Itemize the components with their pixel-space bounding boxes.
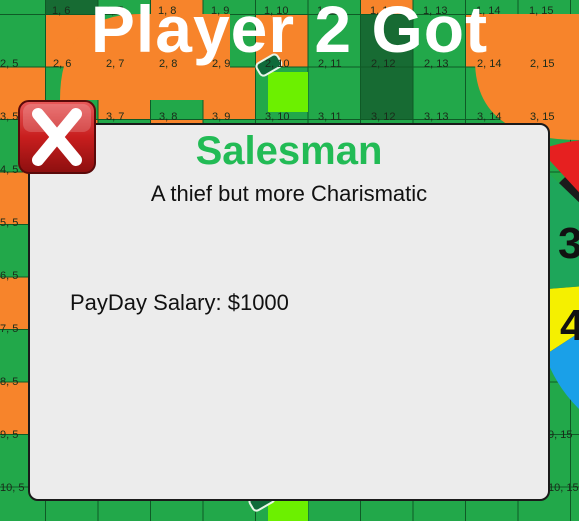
cell-coordinate-label: 2, 9 [212, 58, 230, 70]
cell-coordinate-label: 3, 7 [106, 111, 124, 123]
cell-coordinate-label: 3, 8 [159, 111, 177, 123]
cell-coordinate-label: 3, 11 [318, 111, 342, 123]
cell-coordinate-label: 3, 10 [265, 111, 289, 123]
cell-coordinate-label: 2, 6 [53, 58, 71, 70]
spinner-number-4: 4 [560, 301, 579, 350]
board-cell [570, 434, 579, 488]
cell-coordinate-label: 2, 7 [106, 58, 124, 70]
cell-coordinate-label: 1, 6 [52, 5, 70, 17]
cell-coordinate-label: 9, 5 [0, 429, 18, 441]
cell-coordinate-label: 6, 5 [0, 270, 18, 282]
cell-coordinate-label: 3, 5 [0, 111, 18, 123]
board-cell [0, 0, 46, 15]
career-card: Salesman A thief but more Charismatic Pa… [28, 123, 550, 501]
cell-coordinate-label: 1, 14 [476, 5, 500, 17]
cell-coordinate-label: 2, 11 [318, 58, 342, 70]
career-title: Salesman [195, 129, 383, 173]
cell-coordinate-label: 1, 7 [105, 5, 123, 17]
cell-coordinate-label: 2, 10 [265, 58, 289, 70]
cell-coordinate-label: 7, 5 [0, 323, 18, 335]
payday-salary: PayDay Salary: $1000 [70, 290, 289, 315]
cell-coordinate-label: 1, 13 [423, 5, 447, 17]
cell-coordinate-label: 10, 15 [548, 482, 579, 494]
highlighted-cell [268, 72, 308, 112]
cell-coordinate-label: 3, 9 [212, 111, 230, 123]
cell-coordinate-label: 9, 15 [548, 429, 572, 441]
cell-coordinate-label: 2, 12 [371, 58, 395, 70]
cell-coordinate-label: 1, 12 [370, 5, 394, 17]
cell-coordinate-label: 1, 11 [317, 5, 341, 17]
cell-coordinate-label: 3, 13 [424, 111, 448, 123]
cell-coordinate-label: 3, 15 [530, 111, 554, 123]
cell-coordinate-label: 5, 5 [0, 217, 18, 229]
cell-coordinate-label: 2, 5 [0, 58, 18, 70]
cell-coordinate-label: 3, 12 [371, 111, 395, 123]
close-icon [18, 100, 96, 174]
cell-coordinate-label: 1, 10 [264, 5, 288, 17]
cell-coordinate-label: 2, 8 [159, 58, 177, 70]
spinner-number-3: 3 [558, 219, 579, 268]
cell-coordinate-label: 3, 14 [477, 111, 501, 123]
cell-coordinate-label: 1, 8 [158, 5, 176, 17]
highlighted-cell [268, 500, 308, 521]
cell-coordinate-label: 8, 5 [0, 376, 18, 388]
career-description: A thief but more Charismatic [150, 181, 428, 206]
cell-coordinate-label: 4, 5 [0, 164, 18, 176]
cell-coordinate-label: 10, 5 [0, 482, 24, 494]
cell-coordinate-label: 1, 15 [529, 5, 553, 17]
cell-coordinate-label: 2, 14 [477, 58, 501, 70]
board-cell [570, 0, 579, 15]
cell-coordinate-label: 1, 9 [211, 5, 229, 17]
close-button[interactable] [18, 100, 96, 174]
cell-coordinate-label: 2, 15 [530, 58, 554, 70]
cell-coordinate-label: 2, 13 [424, 58, 448, 70]
